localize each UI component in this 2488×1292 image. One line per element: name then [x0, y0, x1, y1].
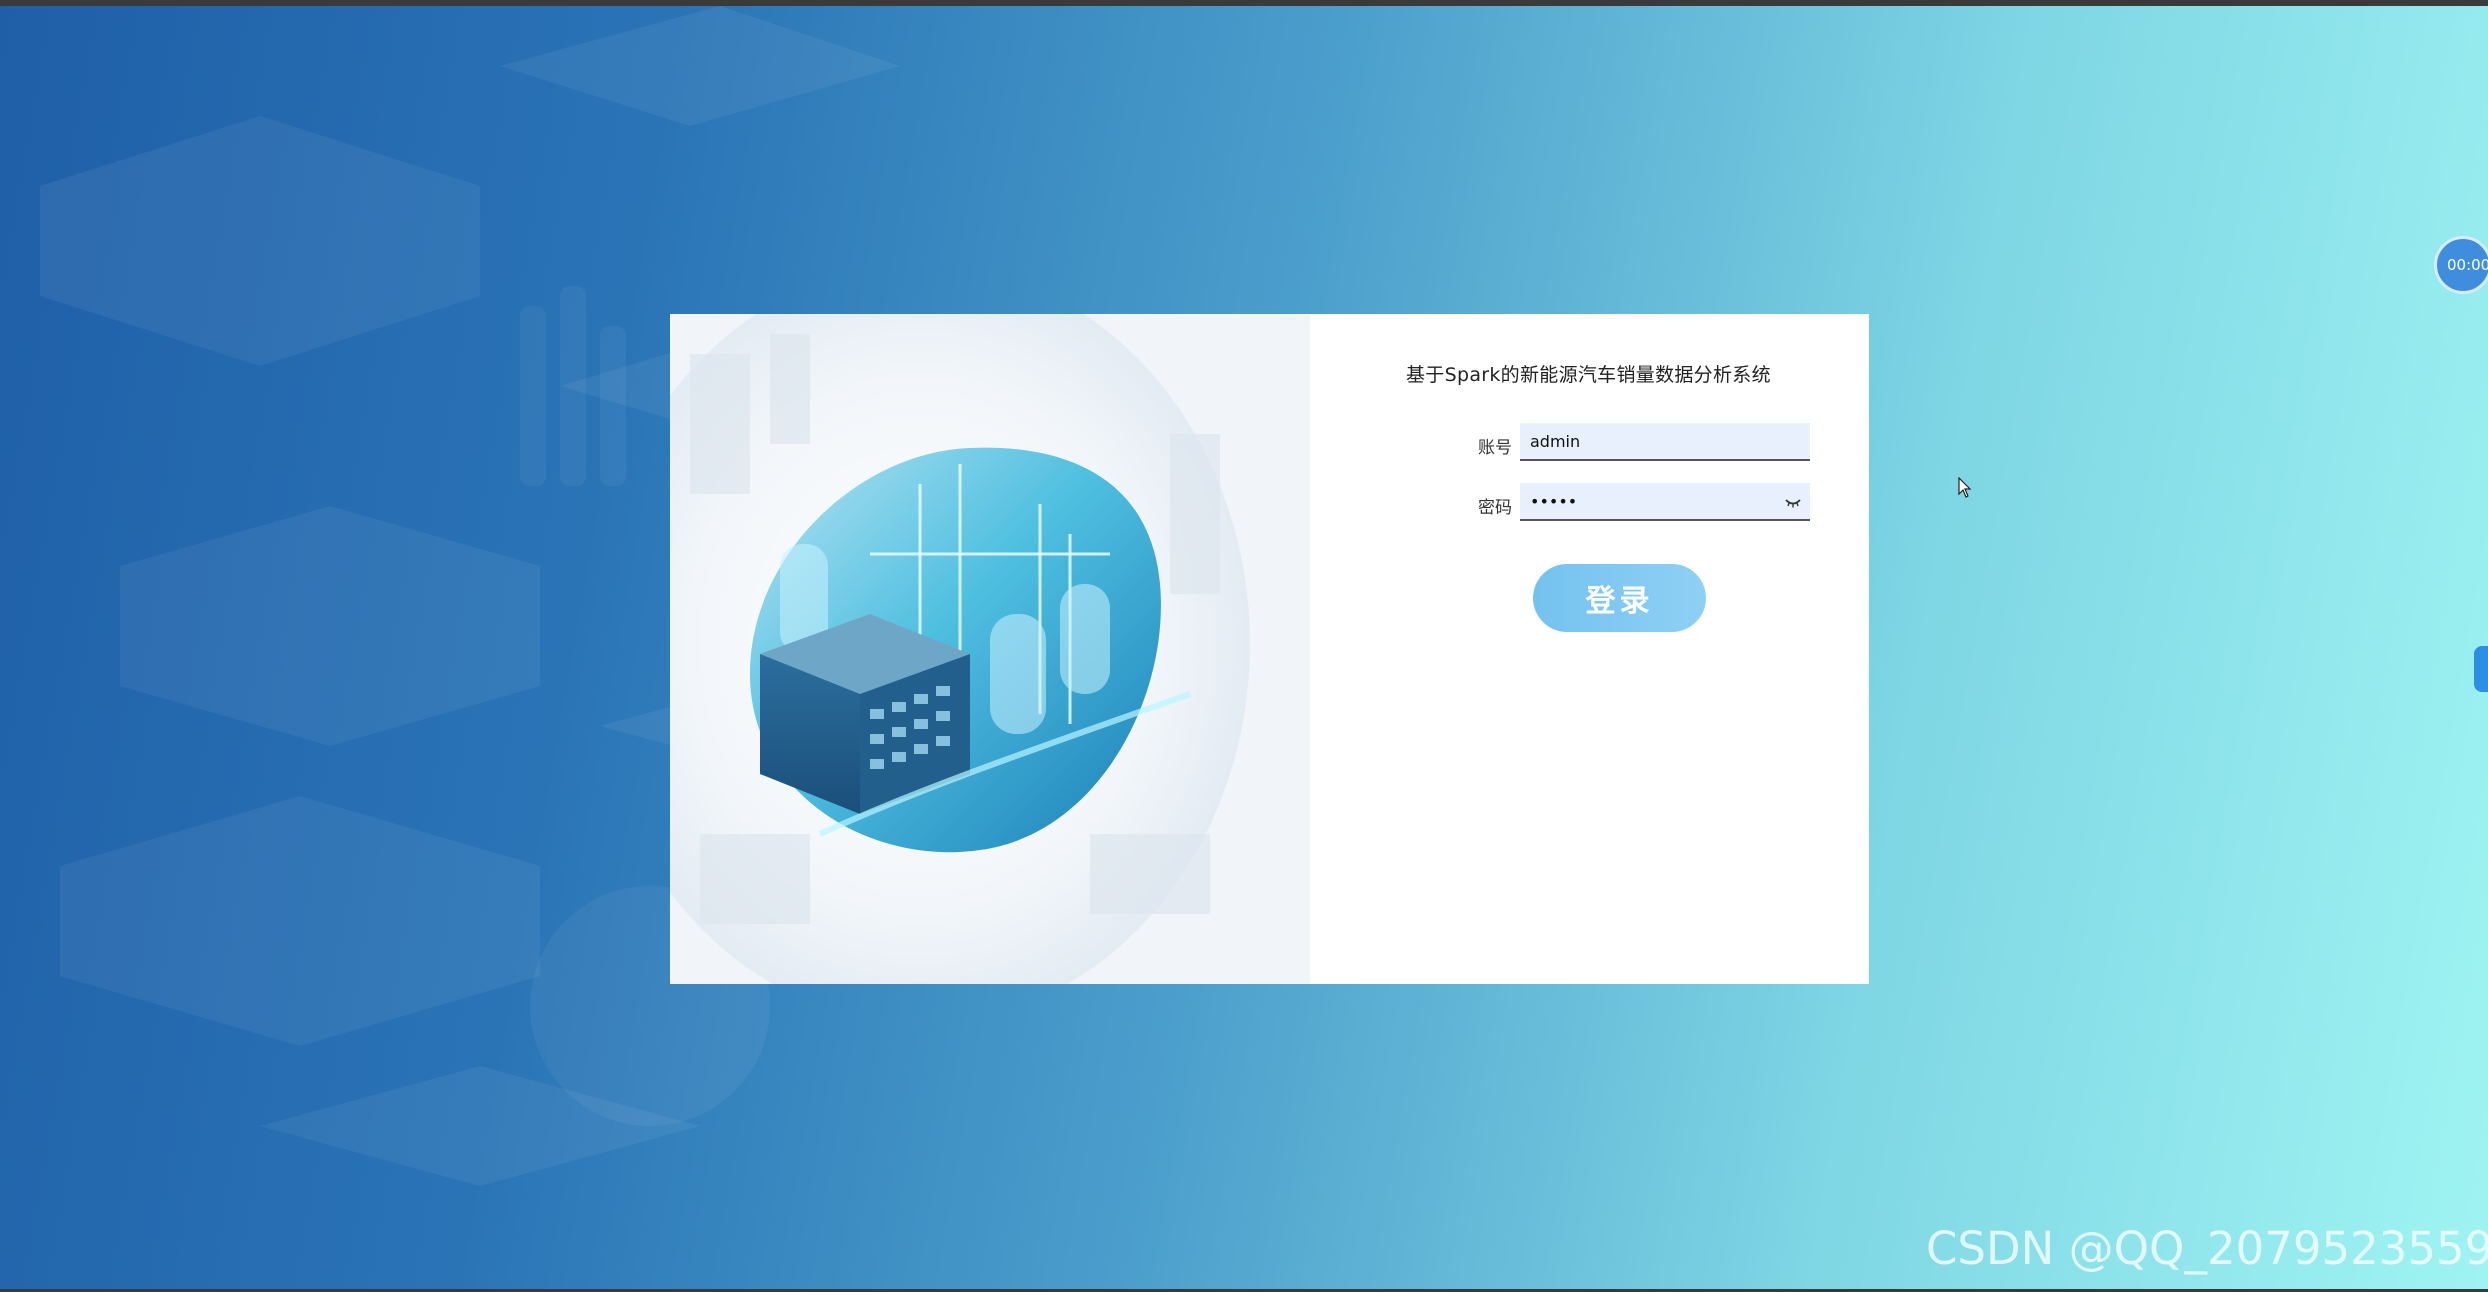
timer-badge[interactable]: 00:00 [2434, 236, 2488, 294]
login-page: 基于Spark的新能源汽车销量数据分析系统 账号 密码 登录 00:00 CSD… [0, 0, 2488, 1292]
watermark-text: CSDN @QQ_2079523559 [1926, 1222, 2488, 1275]
password-label: 密码 [1478, 498, 1512, 518]
account-row: 账号 [1460, 423, 1810, 463]
account-label: 账号 [1478, 438, 1512, 458]
system-title: 基于Spark的新能源汽车销量数据分析系统 [1406, 364, 1771, 386]
side-drawer-tab[interactable] [2474, 646, 2488, 692]
login-button[interactable]: 登录 [1533, 564, 1706, 632]
factory-illustration [670, 314, 1310, 984]
mouse-pointer-icon [1958, 477, 1972, 498]
eye-closed-icon[interactable] [1784, 497, 1802, 509]
password-input[interactable] [1520, 483, 1810, 521]
login-card [670, 314, 1869, 984]
password-row: 密码 [1460, 483, 1810, 523]
account-input[interactable] [1520, 423, 1810, 461]
